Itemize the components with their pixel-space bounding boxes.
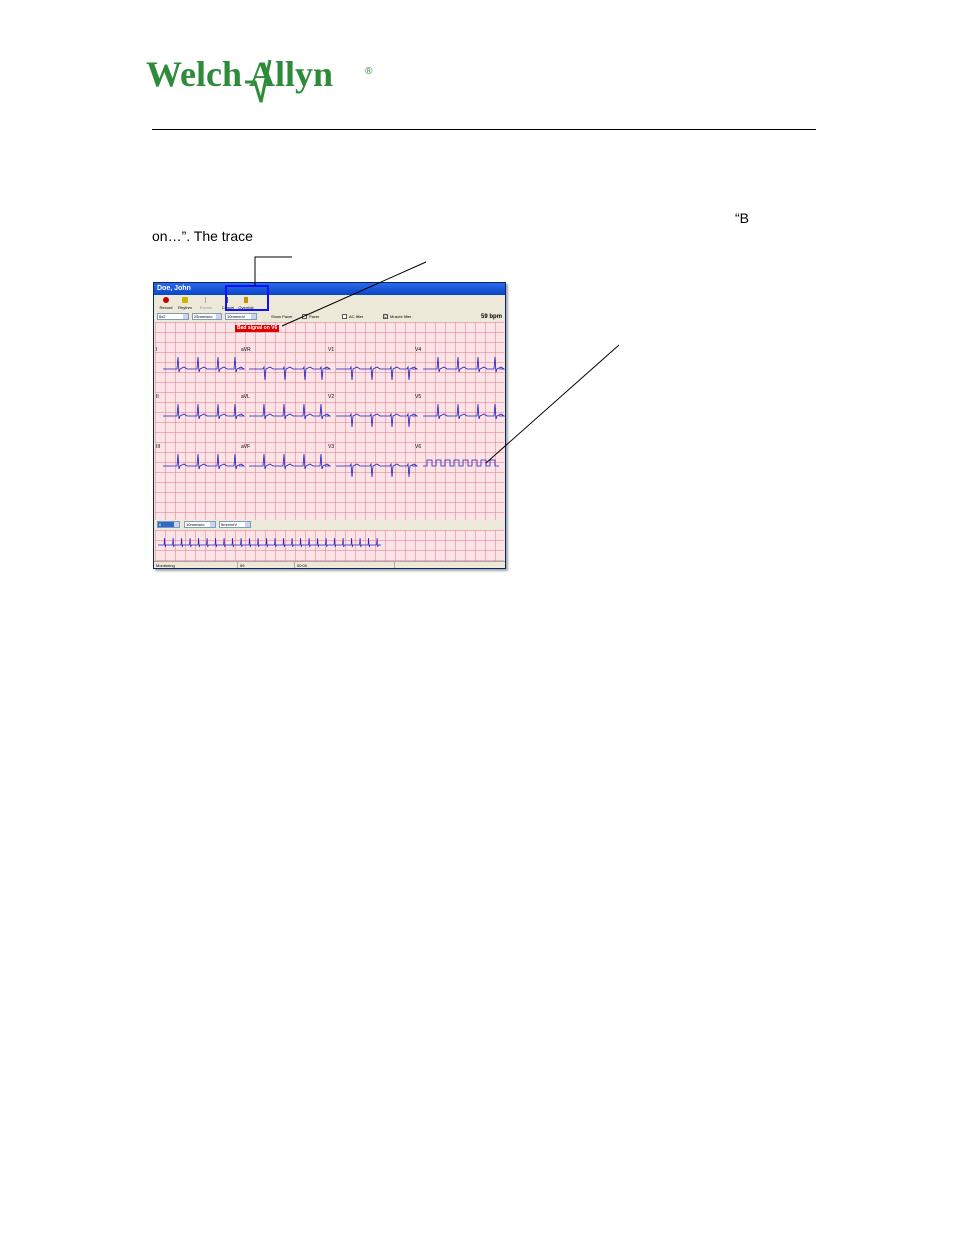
status-rate: 59 xyxy=(238,562,295,568)
rhythm-trace xyxy=(158,537,381,548)
body-text-fragment: “B xyxy=(735,210,749,226)
status-bar: Monitoring 59 00:00 xyxy=(154,561,505,568)
logo-registered-mark: ® xyxy=(365,66,373,77)
header-rule xyxy=(152,129,816,130)
welch-allyn-logo: Welch Allyn ® xyxy=(146,54,373,103)
logo-wordmark: Welch Allyn xyxy=(146,54,333,94)
trace-rhythm-ii xyxy=(158,537,381,548)
body-text-line: on…”. The trace xyxy=(152,228,253,244)
callout-overlay xyxy=(225,256,620,464)
status-time: 00:00 xyxy=(295,562,395,568)
status-mode: Monitoring xyxy=(154,562,238,568)
ecg-window: Doe, John Record Rhythm Events Cancel Ov… xyxy=(153,282,506,569)
